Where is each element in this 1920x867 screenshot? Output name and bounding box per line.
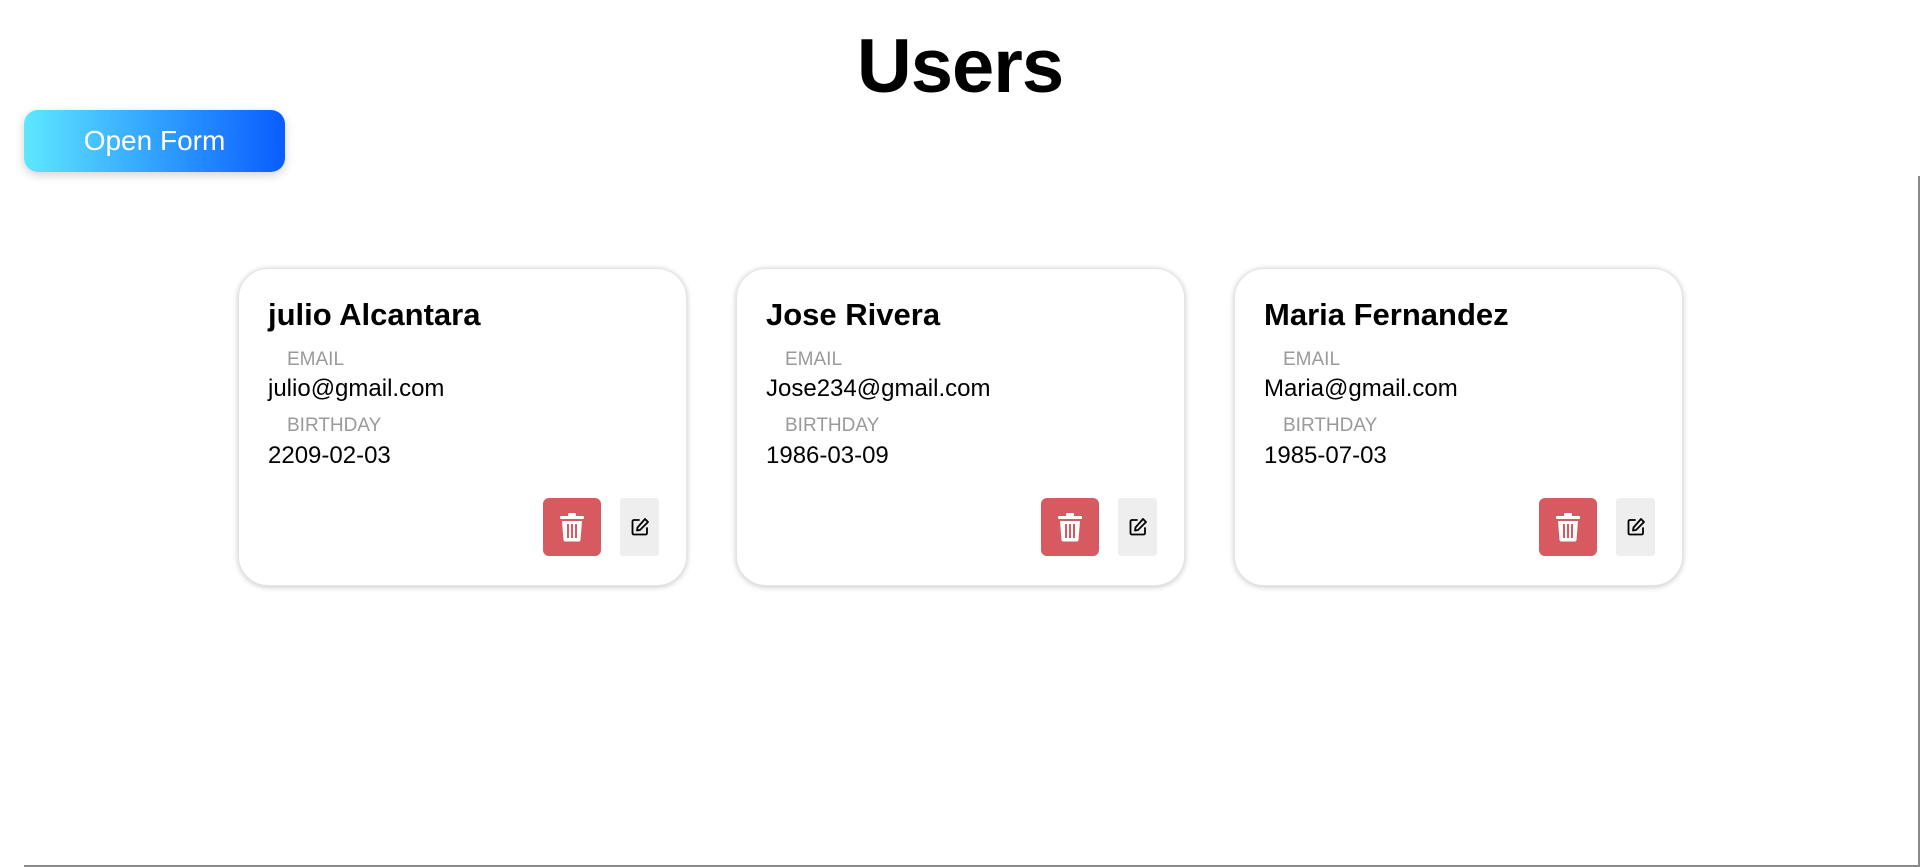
birthday-label: BIRTHDAY — [785, 415, 880, 436]
email-label: EMAIL — [1283, 349, 1341, 370]
birthday-value: 2209-02-03 — [268, 442, 391, 469]
edit-user-button[interactable] — [620, 498, 659, 556]
email-value: julio@gmail.com — [268, 375, 445, 402]
birthday-label: BIRTHDAY — [1283, 415, 1378, 436]
trash-icon — [1058, 513, 1082, 542]
trash-icon — [560, 513, 584, 542]
open-form-button[interactable]: Open Form — [24, 110, 285, 172]
edit-icon — [631, 518, 649, 536]
email-label: EMAIL — [287, 349, 345, 370]
delete-user-button[interactable] — [1041, 498, 1099, 556]
user-card: Jose Rivera EMAIL Jose234@gmail.com BIRT… — [736, 268, 1185, 586]
user-name: Maria Fernandez — [1264, 297, 1509, 332]
user-card-list: julio Alcantara EMAIL julio@gmail.com BI… — [238, 268, 1683, 586]
user-card: julio Alcantara EMAIL julio@gmail.com BI… — [238, 268, 687, 586]
user-name: julio Alcantara — [268, 297, 481, 332]
email-label: EMAIL — [785, 349, 843, 370]
edit-user-button[interactable] — [1616, 498, 1655, 556]
email-value: Jose234@gmail.com — [766, 375, 991, 402]
page-title: Users — [856, 24, 1064, 109]
edit-icon — [1129, 518, 1147, 536]
birthday-value: 1985-07-03 — [1264, 442, 1387, 469]
email-value: Maria@gmail.com — [1264, 375, 1458, 402]
birthday-value: 1986-03-09 — [766, 442, 889, 469]
birthday-label: BIRTHDAY — [287, 415, 382, 436]
user-card: Maria Fernandez EMAIL Maria@gmail.com BI… — [1234, 268, 1683, 586]
delete-user-button[interactable] — [1539, 498, 1597, 556]
edit-icon — [1627, 518, 1645, 536]
trash-icon — [1556, 513, 1580, 542]
user-name: Jose Rivera — [766, 297, 941, 332]
delete-user-button[interactable] — [543, 498, 601, 556]
edit-user-button[interactable] — [1118, 498, 1157, 556]
